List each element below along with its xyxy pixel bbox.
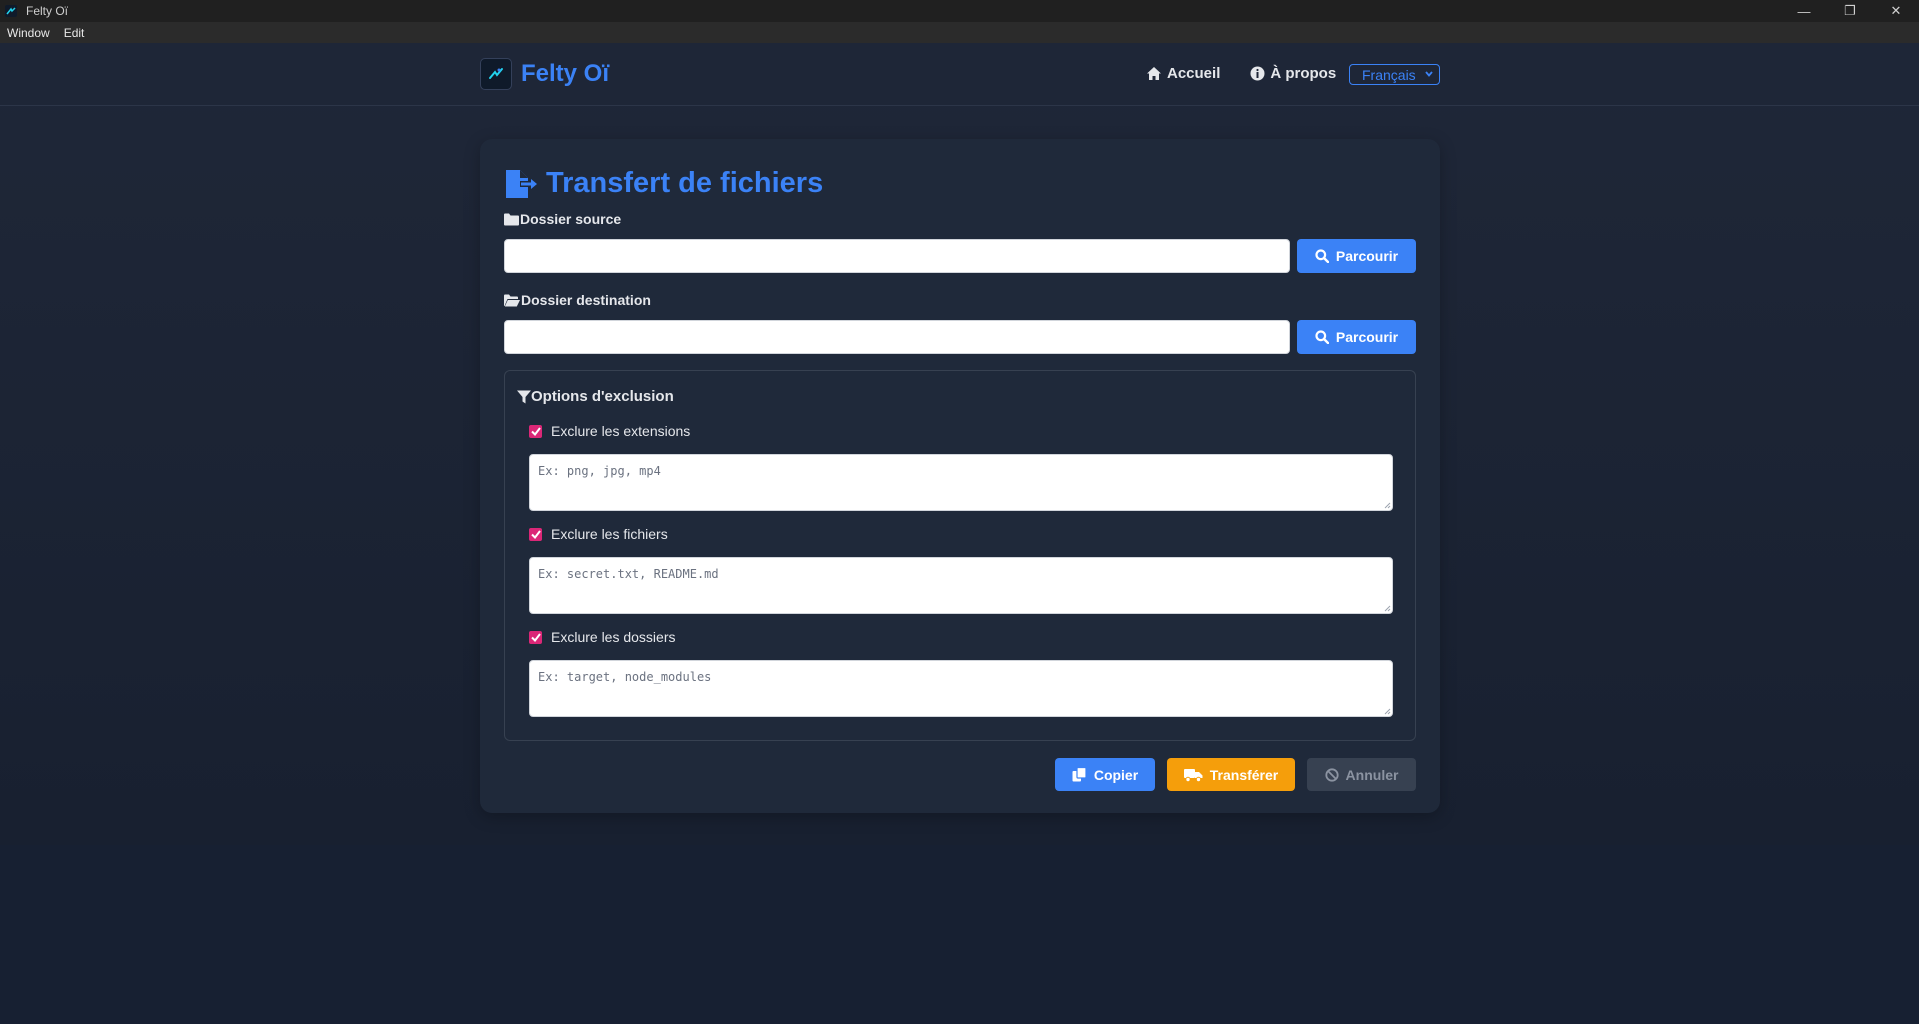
chevron-down-icon (1425, 71, 1433, 77)
filter-icon (517, 390, 531, 403)
language-value: Français (1362, 66, 1416, 83)
exclude-files-textarea[interactable]: Ex: secret.txt, README.md (529, 557, 1393, 614)
copy-icon (1072, 767, 1087, 782)
minimize-button[interactable]: — (1781, 0, 1827, 22)
exclude-extensions-label: Exclure les extensions (551, 423, 691, 439)
transfer-card: Transfert de fichiers Dossier source Par… (480, 139, 1440, 813)
source-label: Dossier source (504, 211, 621, 227)
copy-button[interactable]: Copier (1055, 758, 1155, 791)
folder-icon (504, 213, 519, 225)
check-icon (530, 529, 541, 539)
exclude-folders-textarea[interactable]: Ex: target, node_modules (529, 660, 1393, 717)
app-header: Felty Oï Accueil À propos (0, 43, 1919, 106)
page-title: Transfert de fichiers (504, 167, 823, 200)
nav-about-label: À propos (1270, 65, 1337, 82)
destination-input[interactable] (504, 320, 1290, 354)
brand-logo (480, 58, 512, 90)
exclude-files-label: Exclure les fichiers (551, 526, 668, 542)
restore-button[interactable]: ❐ (1827, 0, 1873, 22)
check-icon (530, 632, 541, 642)
app-bottom-area (0, 845, 1919, 1024)
browse-source-button[interactable]: Parcourir (1297, 239, 1416, 273)
cancel-label: Annuler (1345, 766, 1399, 783)
nav-about[interactable]: À propos (1250, 65, 1336, 82)
exclude-folders-label: Exclure les dossiers (551, 629, 676, 645)
browse-destination-button[interactable]: Parcourir (1297, 320, 1416, 354)
home-icon (1147, 67, 1161, 80)
check-icon (530, 426, 541, 436)
exclusion-title: Options d'exclusion (517, 388, 674, 405)
file-export-icon (506, 169, 537, 198)
folder-open-icon (504, 294, 520, 306)
exclude-extensions-placeholder: Ex: png, jpg, mp4 (538, 464, 661, 478)
truck-icon (1183, 768, 1203, 782)
brand[interactable]: Felty Oï (480, 58, 609, 90)
source-input[interactable] (504, 239, 1290, 273)
browse-source-label: Parcourir (1335, 248, 1399, 264)
exclude-extensions-textarea[interactable]: Ex: png, jpg, mp4 (529, 454, 1393, 511)
exclusion-title-text: Options d'exclusion (531, 388, 674, 405)
nav-home[interactable]: Accueil (1146, 65, 1220, 82)
language-select[interactable]: Français (1349, 64, 1440, 85)
menu-window[interactable]: Window (0, 26, 57, 40)
window-titlebar: Felty Oï — ❐ ✕ (0, 0, 1919, 22)
destination-label: Dossier destination (504, 292, 651, 308)
exclude-folders-placeholder: Ex: target, node_modules (538, 670, 712, 684)
info-icon (1250, 66, 1265, 81)
browse-destination-label: Parcourir (1335, 329, 1399, 345)
window-controls: — ❐ ✕ (1781, 0, 1919, 22)
nav-home-label: Accueil (1167, 65, 1221, 82)
window-title: Felty Oï (26, 4, 69, 18)
exclude-folders-option[interactable]: Exclure les dossiers (529, 629, 676, 645)
ban-icon (1324, 767, 1339, 782)
cancel-button[interactable]: Annuler (1307, 758, 1416, 791)
transfer-button[interactable]: Transférer (1167, 758, 1295, 791)
exclude-files-checkbox[interactable] (529, 527, 542, 541)
exclude-extensions-option[interactable]: Exclure les extensions (529, 423, 690, 439)
exclude-extensions-checkbox[interactable] (529, 424, 542, 438)
exclude-folders-checkbox[interactable] (529, 630, 542, 644)
resize-grip-icon[interactable] (1383, 707, 1391, 715)
app-icon (4, 4, 18, 18)
copy-label: Copier (1093, 766, 1139, 783)
search-icon (1315, 330, 1329, 344)
source-label-text: Dossier source (520, 211, 622, 227)
menu-edit[interactable]: Edit (57, 26, 92, 40)
menubar: Window Edit (0, 22, 1919, 43)
exclude-files-placeholder: Ex: secret.txt, README.md (538, 567, 719, 581)
transfer-label: Transférer (1209, 766, 1279, 783)
destination-label-text: Dossier destination (521, 292, 651, 308)
brand-name: Felty Oï (521, 60, 610, 87)
exclude-files-option[interactable]: Exclure les fichiers (529, 526, 668, 542)
close-button[interactable]: ✕ (1873, 0, 1919, 22)
search-icon (1315, 249, 1329, 263)
page-title-text: Transfert de fichiers (546, 167, 824, 199)
exclusion-options: Options d'exclusion Exclure les extensio… (504, 370, 1416, 741)
resize-grip-icon[interactable] (1383, 604, 1391, 612)
nav-links: Accueil À propos (1146, 65, 1366, 82)
resize-grip-icon[interactable] (1383, 501, 1391, 509)
